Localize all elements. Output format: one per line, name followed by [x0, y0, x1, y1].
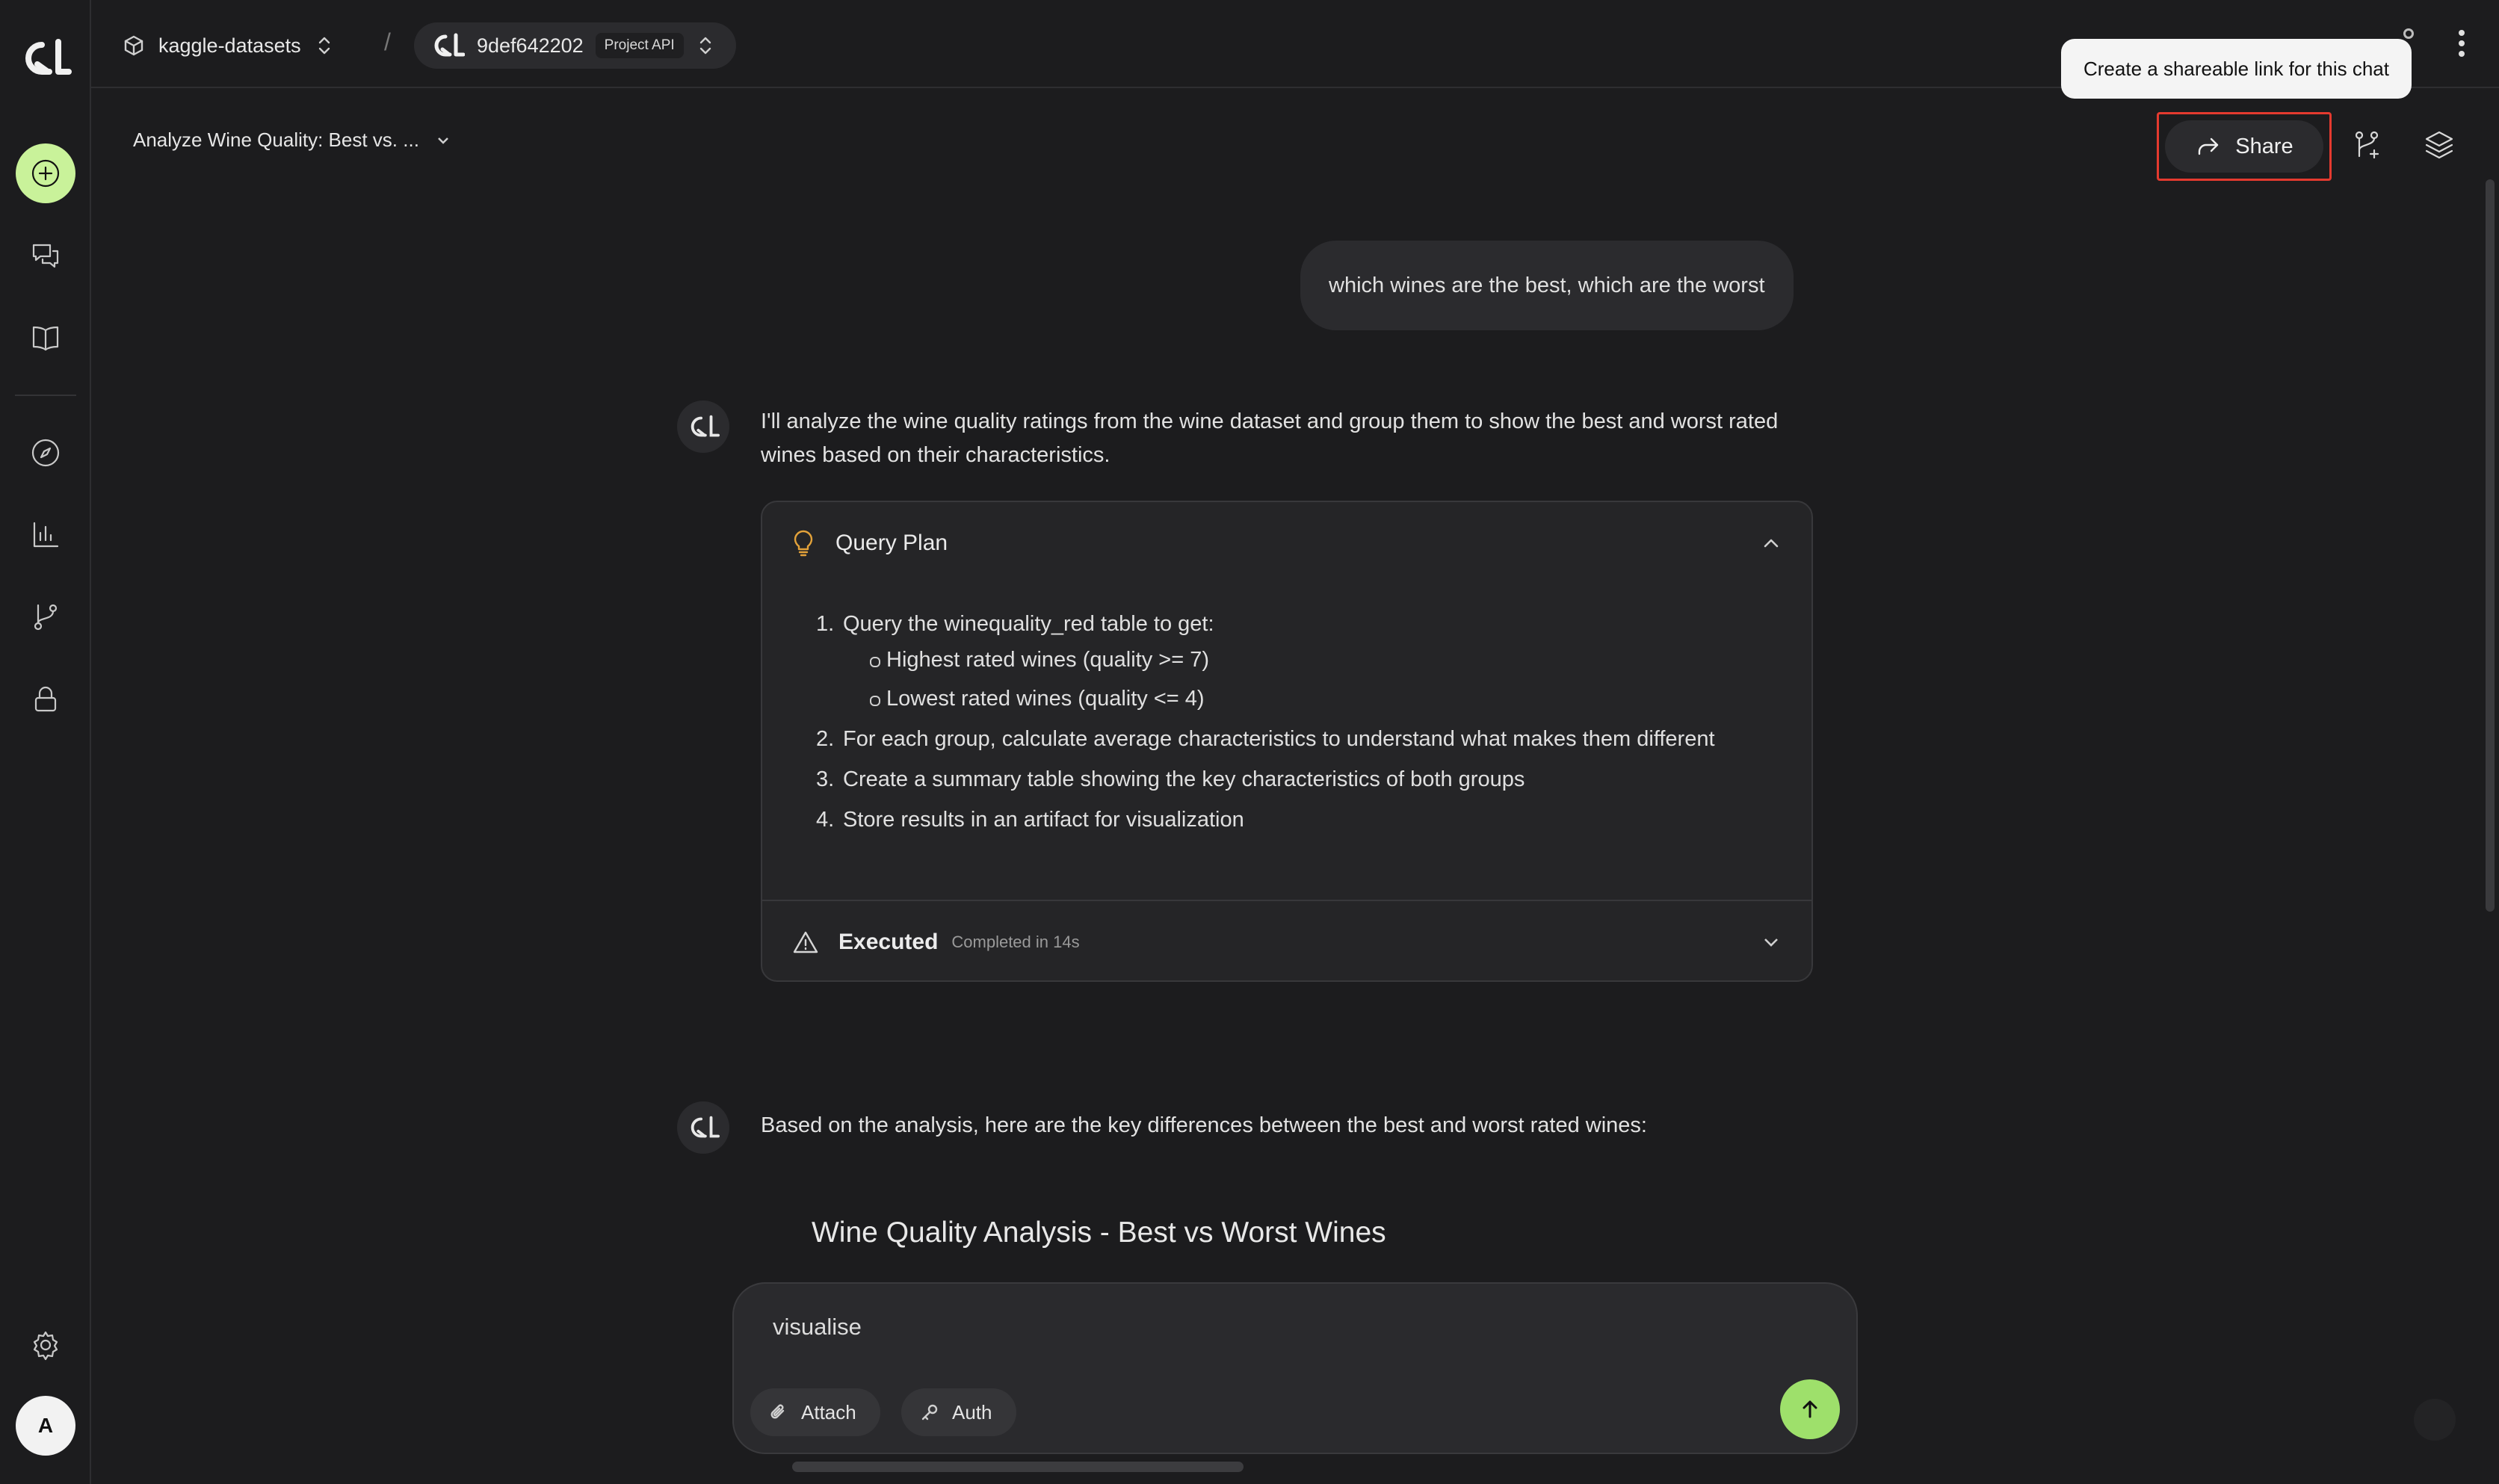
plus-circle-icon — [31, 159, 60, 188]
query-plan-steps: 1. Query the winequality_red table to ge… — [816, 607, 1788, 843]
workspace-selector[interactable]: kaggle-datasets — [123, 22, 334, 69]
project-id: 9def642202 — [477, 34, 584, 57]
fork-chat-button[interactable] — [2347, 124, 2388, 166]
auth-button[interactable]: Auth — [901, 1388, 1016, 1436]
step-number: 1. — [816, 612, 835, 636]
step-text: Query the winequality_red table to get: — [843, 612, 1214, 636]
sidebar-divider — [15, 395, 76, 396]
execution-duration: Completed in 14s — [951, 933, 1080, 951]
project-logo-icon — [434, 33, 465, 57]
cube-icon — [124, 35, 143, 56]
assistant-logo-icon — [691, 415, 720, 437]
step-text: For each group, calculate average charac… — [843, 727, 1715, 751]
project-type-badge: Project API — [595, 33, 684, 58]
layers-button[interactable] — [2418, 124, 2460, 166]
chat-title: Analyze Wine Quality: Best vs. ... — [133, 129, 419, 151]
git-branch-icon — [34, 604, 58, 631]
gear-icon — [33, 1331, 58, 1361]
assistant-message: I'll analyze the wine quality ratings fr… — [761, 409, 1779, 467]
analytics-button[interactable] — [16, 505, 75, 565]
new-chat-button[interactable] — [16, 143, 75, 203]
visualization-title: Wine Quality Analysis - Best vs Worst Wi… — [812, 1216, 1386, 1249]
chevron-up-down-icon — [699, 37, 711, 55]
project-selector[interactable]: 9def642202 Project API — [414, 22, 736, 69]
chevron-down-icon — [438, 137, 448, 144]
step-text: Store results in an artifact for visuali… — [843, 808, 1244, 832]
plan-step: 3. Create a summary table showing the ke… — [816, 762, 1788, 797]
left-sidebar: A — [0, 0, 91, 1484]
chevron-down-icon[interactable] — [1761, 932, 1782, 953]
step-number: 2. — [816, 727, 835, 751]
user-avatar[interactable]: A — [16, 1396, 75, 1456]
layers-icon — [2425, 131, 2453, 159]
branch-plus-icon — [2355, 131, 2379, 159]
library-icon — [32, 326, 59, 351]
vertical-scrollbar[interactable] — [2486, 179, 2495, 912]
help-widget[interactable] — [2414, 1399, 2456, 1441]
branches-button[interactable] — [16, 587, 75, 647]
secrets-button[interactable] — [16, 670, 75, 729]
message-input[interactable] — [773, 1314, 1744, 1341]
share-arrow-icon — [2199, 137, 2219, 155]
chevron-up-down-icon — [318, 37, 330, 55]
query-plan-header[interactable]: Query Plan — [762, 502, 1811, 584]
workspace-name: kaggle-datasets — [158, 34, 301, 57]
chats-icon — [32, 244, 59, 268]
share-highlight: Share — [2157, 112, 2332, 181]
plan-substep: Lowest rated wines (quality <= 4) — [843, 681, 1788, 716]
assistant-message: Based on the analysis, here are the key … — [761, 1113, 1647, 1137]
send-button[interactable] — [1780, 1379, 1840, 1439]
library-button[interactable] — [16, 308, 75, 368]
app-root: A kaggle-datasets / 9def642202 Project A… — [0, 0, 2499, 1484]
explore-button[interactable] — [16, 423, 75, 483]
chats-button[interactable] — [16, 226, 75, 285]
bar-chart-icon — [33, 522, 59, 548]
share-label: Share — [2235, 134, 2293, 158]
paperclip-icon — [770, 1404, 785, 1419]
app-logo[interactable] — [19, 37, 72, 79]
query-plan-title: Query Plan — [835, 531, 948, 555]
message-composer: Attach Auth — [732, 1282, 1858, 1454]
compass-icon — [31, 439, 60, 467]
assistant-avatar — [677, 1101, 729, 1154]
lightbulb-icon — [794, 530, 813, 557]
notification-icon[interactable] — [2403, 28, 2414, 39]
share-tooltip: Create a shareable link for this chat — [2061, 39, 2412, 99]
plan-step: 4. Store results in an artifact for visu… — [816, 803, 1788, 837]
user-message: which wines are the best, which are the … — [1300, 241, 1794, 330]
step-text: Create a summary table showing the key c… — [843, 767, 1525, 791]
step-number: 3. — [816, 767, 835, 791]
share-button[interactable]: Share — [2165, 120, 2323, 173]
auth-label: Auth — [952, 1400, 992, 1423]
warning-triangle-icon — [793, 931, 818, 953]
plan-step: 2. For each group, calculate average cha… — [816, 722, 1788, 756]
horizontal-scrollbar[interactable] — [792, 1462, 1244, 1472]
execution-status-row[interactable]: Executed Completed in 14s — [762, 901, 1811, 980]
plan-substep: Highest rated wines (quality >= 7) — [843, 643, 1788, 677]
plan-step: 1. Query the winequality_red table to ge… — [816, 607, 1788, 716]
chat-title-dropdown[interactable]: Analyze Wine Quality: Best vs. ... — [133, 129, 452, 152]
chevron-up-icon[interactable] — [1761, 533, 1782, 554]
arrow-up-icon — [1803, 1400, 1817, 1418]
breadcrumb-separator: / — [384, 28, 391, 55]
settings-button[interactable] — [16, 1315, 75, 1375]
assistant-avatar — [677, 401, 729, 453]
step-number: 4. — [816, 808, 835, 832]
attach-label: Attach — [801, 1400, 856, 1423]
more-options-icon[interactable] — [2459, 30, 2466, 60]
lock-icon — [34, 686, 57, 712]
assistant-logo-icon — [691, 1116, 720, 1138]
executed-label: Executed — [838, 930, 939, 954]
key-icon — [921, 1404, 938, 1420]
attach-button[interactable]: Attach — [750, 1388, 880, 1436]
query-plan-card: Query Plan 1. Query the winequality_red … — [761, 501, 1813, 982]
